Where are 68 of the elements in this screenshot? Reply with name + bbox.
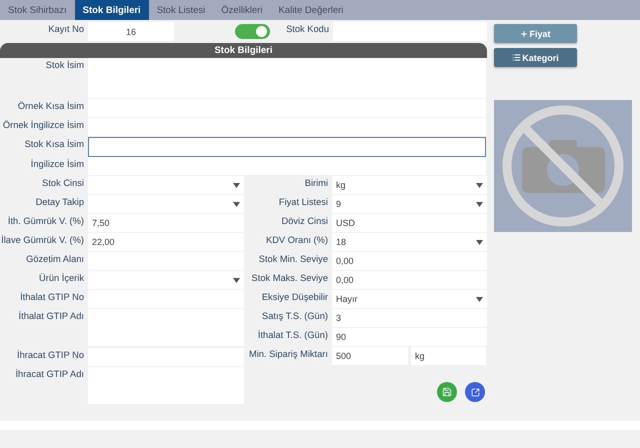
external-link-icon [470,388,480,396]
field-label: Gözetim Alanı [25,253,85,266]
plus-icon [520,30,528,38]
field-label: Min. Sipariş Miktarı [248,348,329,361]
save-button[interactable] [437,382,457,402]
field-label: İlave Gümrük V. (%) [0,234,85,247]
input-field[interactable]: 0,00 [332,252,487,270]
tab[interactable]: Stok Sihirbazı [0,0,75,20]
field-label: İth. Gümrük V. (%) [6,215,85,228]
caret-icon [233,278,240,282]
section-header: Stok Bilgileri [0,43,487,58]
field-label: İhracat GTIP Adı [14,368,85,381]
field-label: İthalat T.S. (Gün) [256,329,329,342]
caret-icon [476,182,483,188]
unit-field[interactable]: kg [411,347,486,365]
input-field[interactable]: USD [332,214,487,232]
field-label: Stok Cinsi [41,177,85,190]
field-label: Satış T.S. (Gün) [261,310,329,323]
tab[interactable]: Kalite Değerleri [270,0,352,20]
select-field[interactable] [88,271,244,289]
input-field[interactable] [88,157,486,175]
caret-icon [233,182,240,188]
input-field[interactable]: 7,50 [88,214,244,232]
field-label: Stok İsim [44,59,85,72]
field-label: Detay Takip [34,196,85,209]
field-label: Kayıt No [47,23,85,36]
select-field[interactable] [88,195,244,213]
field-label: Birimi [304,177,329,190]
field-label: Stok Kısa İsim [24,138,85,151]
category-button[interactable]: Kategori [494,48,577,67]
select-field[interactable]: kg [332,176,487,194]
field-label: İhracat GTIP No [16,349,85,362]
caret-icon [476,240,483,244]
caret-icon [476,202,483,206]
field-label: Döviz Cinsi [280,215,329,228]
input-field[interactable] [88,137,486,157]
field-label: Fiyat Listesi [278,196,329,209]
input-field[interactable] [88,118,486,136]
list-icon [512,53,522,62]
caret-icon [476,296,483,302]
input-field[interactable]: 0,00 [332,271,487,289]
field-label: Stok Kodu [285,23,330,36]
input-field[interactable]: 3 [332,309,487,327]
field-label: KDV Oranı (%) [265,234,329,247]
field-label: Örnek İngilizce İsim [2,119,85,132]
tab[interactable]: Stok Listesi [148,0,214,20]
field-label: Eksiye Düşebilir [260,291,329,304]
field-label: İthalat GTIP Adı [18,310,85,323]
open-external-button[interactable] [465,382,485,402]
field-label: İthalat GTIP No [19,291,85,304]
field-label: Stok Maks. Seviye [250,272,329,285]
input-field[interactable]: 22,00 [88,233,244,251]
caret-icon [233,202,240,206]
tab[interactable]: Stok Bilgileri [74,0,149,20]
input-field[interactable]: 500 [332,347,408,365]
input-field[interactable]: 16 [88,22,174,41]
tab[interactable]: Özellikleri [213,0,270,20]
field-label: İngilizce İsim [30,158,85,171]
field-label: Örnek Kısa İsim [16,100,85,113]
select-field[interactable]: 9 [332,195,487,213]
input-field[interactable]: 90 [332,328,487,346]
select-field[interactable] [88,176,244,194]
field-label: Stok Min. Seviye [258,253,329,266]
select-field[interactable]: Hayır [332,290,487,308]
field-label: Ürün İçerik [38,272,85,285]
toggle-switch[interactable] [235,24,270,39]
text-area[interactable] [88,58,486,98]
select-field[interactable]: 18 [332,233,487,251]
